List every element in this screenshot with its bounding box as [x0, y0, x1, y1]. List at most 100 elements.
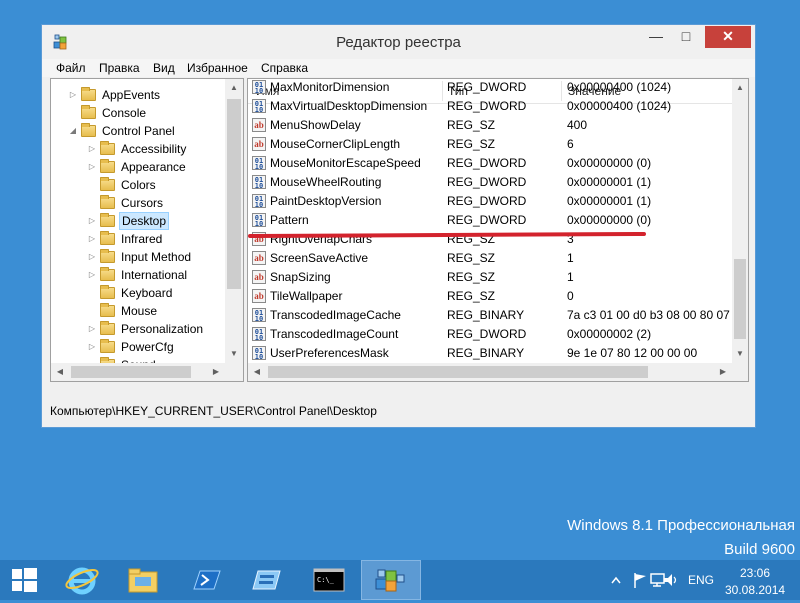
scroll-left-icon[interactable]: ◀ — [51, 363, 69, 381]
scroll-up-icon[interactable]: ▲ — [731, 79, 748, 97]
tree-vertical-scrollbar[interactable]: ▲ ▼ — [225, 79, 243, 363]
menu-favorites[interactable]: Избранное — [187, 61, 248, 75]
scroll-down-icon[interactable]: ▼ — [225, 345, 243, 363]
tree-item[interactable]: ◢ Control Panel — [51, 122, 225, 140]
windows-edition-watermark: Windows 8.1 Профессиональная — [567, 517, 795, 534]
close-button[interactable]: ✕ — [705, 26, 751, 48]
tree-item[interactable]: ▷ Personalization — [51, 320, 225, 338]
show-hidden-icons-icon[interactable] — [610, 573, 622, 587]
value-data: 0x00000001 (1) — [567, 175, 652, 189]
status-bar-path: Компьютер\HKEY_CURRENT_USER\Control Pane… — [50, 404, 377, 418]
value-data: 400 — [567, 118, 588, 132]
tree-item[interactable]: ▷ Accessibility — [51, 140, 225, 158]
menu-view[interactable]: Вид — [153, 61, 175, 75]
expand-arrow-icon[interactable]: ▷ — [88, 140, 96, 158]
maximize-button[interactable]: □ — [671, 26, 701, 48]
taskbar-command-prompt[interactable]: C:\_ — [299, 560, 359, 600]
value-type: REG_DWORD — [447, 99, 527, 113]
expand-arrow-icon[interactable]: ▷ — [88, 248, 96, 266]
expand-arrow-icon[interactable]: ▷ — [88, 212, 96, 230]
scroll-left-icon[interactable]: ◀ — [248, 363, 266, 381]
value-row[interactable]: ab MouseCornerClipLength REG_SZ 6 — [248, 135, 732, 154]
tree-item[interactable]: ▷ PowerCfg — [51, 338, 225, 356]
tree-item[interactable]: ▷ Desktop — [51, 212, 225, 230]
input-language-indicator[interactable]: ENG — [688, 573, 714, 587]
action-center-flag-icon[interactable] — [632, 571, 648, 589]
value-data: 7a c3 01 00 d0 b3 08 00 80 07 00 — [567, 308, 732, 322]
collapse-arrow-icon[interactable]: ◢ — [69, 122, 77, 140]
list-horizontal-scrollbar[interactable]: ◀ ▶ — [248, 363, 732, 381]
value-row[interactable]: 01 10 PaintDesktopVersion REG_DWORD 0x00000… — [248, 192, 732, 211]
scroll-down-icon[interactable]: ▼ — [731, 345, 748, 363]
value-data: 0x00000000 (0) — [567, 156, 652, 170]
folder-icon — [100, 321, 115, 335]
tree-item[interactable]: ▷ AppEvents — [51, 86, 225, 104]
tree-item-label: International — [121, 268, 188, 282]
value-row[interactable]: ab TileWallpaper REG_SZ 0 — [248, 287, 732, 306]
clock-date[interactable]: 30.08.2014 — [725, 583, 785, 597]
tree-item[interactable]: ▷ Input Method — [51, 248, 225, 266]
tree-scroll-thumb[interactable] — [227, 99, 241, 289]
menu-file[interactable]: Файл — [56, 61, 86, 75]
expand-arrow-icon[interactable]: ▷ — [88, 266, 96, 284]
tree-item[interactable]: Console — [51, 104, 225, 122]
list-scroll-thumb[interactable] — [734, 259, 746, 339]
value-row[interactable]: 01 10 MaxVirtualDesktopDimension REG_DWORD… — [248, 97, 732, 116]
expand-arrow-icon[interactable]: ▷ — [88, 158, 96, 176]
values-list-pane[interactable]: Имя Тип Значение 01 10 MaxMonitorDimensio… — [247, 78, 749, 382]
value-row[interactable]: ab SnapSizing REG_SZ 1 — [248, 268, 732, 287]
title-bar[interactable]: Редактор реестра — □ ✕ — [42, 25, 755, 59]
list-vertical-scrollbar[interactable]: ▲ ▼ — [732, 79, 748, 363]
value-row[interactable]: 01 10 MouseWheelRouting REG_DWORD 0x0000000… — [248, 173, 732, 192]
tree-item[interactable]: ▷ Appearance — [51, 158, 225, 176]
tree-item[interactable]: Keyboard — [51, 284, 225, 302]
taskbar-internet-explorer[interactable] — [53, 560, 113, 600]
value-data: 0x00000000 (0) — [567, 213, 652, 227]
minimize-button[interactable]: — — [641, 26, 671, 48]
scroll-right-icon[interactable]: ▶ — [207, 363, 225, 381]
value-data: 0x00000400 (1024) — [567, 80, 672, 94]
taskbar-file-explorer[interactable] — [113, 560, 173, 600]
taskbar-registry-editor[interactable] — [361, 560, 421, 600]
binary-value-icon: 01 10 — [252, 99, 266, 113]
tree-item[interactable]: ▷ International — [51, 266, 225, 284]
value-row[interactable]: 01 10 TranscodedImageCache REG_BINARY 7a c3… — [248, 306, 732, 325]
expand-arrow-icon[interactable]: ▷ — [88, 320, 96, 338]
value-row[interactable]: 01 10 UserPreferencesMask REG_BINARY 9e 1e … — [248, 344, 732, 363]
tree-item[interactable]: Mouse — [51, 302, 225, 320]
tree-item[interactable]: ▷ Infrared — [51, 230, 225, 248]
scroll-up-icon[interactable]: ▲ — [225, 79, 243, 97]
scroll-right-icon[interactable]: ▶ — [714, 363, 732, 381]
value-row[interactable]: 01 10 TranscodedImageCount REG_DWORD 0x0000… — [248, 325, 732, 344]
tree-item[interactable]: Cursors — [51, 194, 225, 212]
expand-arrow-icon[interactable]: ▷ — [88, 230, 96, 248]
value-name: MaxMonitorDimension — [270, 80, 390, 94]
folder-icon — [81, 87, 96, 101]
tree-item[interactable]: Colors — [51, 176, 225, 194]
value-type: REG_SZ — [447, 270, 496, 284]
menu-help[interactable]: Справка — [261, 61, 308, 75]
tree-hscroll-thumb[interactable] — [71, 366, 191, 378]
key-tree-pane[interactable]: ▷ AppEvents Console ◢ Control Panel ▷ Accessib… — [50, 78, 244, 382]
volume-icon[interactable] — [662, 572, 680, 588]
value-type: REG_SZ — [447, 118, 496, 132]
expand-arrow-icon[interactable]: ▷ — [69, 86, 77, 104]
binary-value-icon: 01 10 — [252, 308, 266, 322]
value-name: TileWallpaper — [270, 289, 343, 303]
tree-horizontal-scrollbar[interactable]: ◀ ▶ — [51, 363, 225, 381]
list-hscroll-thumb[interactable] — [268, 366, 648, 378]
expand-arrow-icon[interactable]: ▷ — [88, 338, 96, 356]
value-row[interactable]: 01 10 MaxMonitorDimension REG_DWORD 0x00000… — [248, 79, 732, 97]
menu-edit[interactable]: Правка — [99, 61, 140, 75]
value-row[interactable]: 01 10 MouseMonitorEscapeSpeed REG_DWORD 0x0… — [248, 154, 732, 173]
taskbar-server-manager[interactable] — [236, 560, 296, 600]
taskbar-powershell[interactable] — [176, 560, 236, 600]
value-type: REG_DWORD — [447, 327, 527, 341]
value-name: MouseCornerClipLength — [270, 137, 401, 151]
clock-time[interactable]: 23:06 — [740, 566, 770, 580]
start-button[interactable] — [0, 560, 60, 600]
value-row[interactable]: 01 10 Pattern REG_DWORD 0x00000000 (0) — [248, 211, 732, 230]
value-row[interactable]: ab ScreenSaveActive REG_SZ 1 — [248, 249, 732, 268]
tree-item-label: AppEvents — [102, 88, 161, 102]
value-row[interactable]: ab MenuShowDelay REG_SZ 400 — [248, 116, 732, 135]
